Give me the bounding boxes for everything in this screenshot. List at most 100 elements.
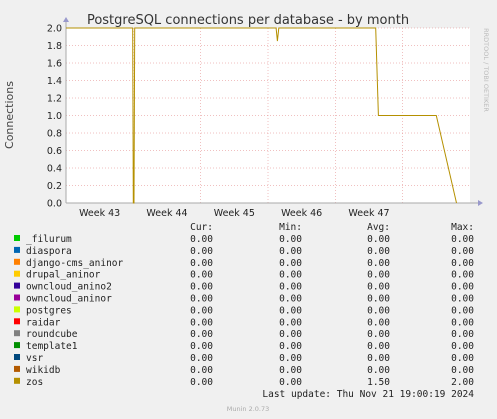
legend-series-name: roundcube xyxy=(26,329,78,340)
legend-value-min: 0.00 xyxy=(279,258,302,269)
legend-swatch xyxy=(14,294,20,301)
y-tick-label: 2.0 xyxy=(47,24,62,35)
legend-value-avg: 0.00 xyxy=(367,258,390,269)
legend-swatch xyxy=(14,306,20,313)
legend-value-cur: 0.00 xyxy=(190,246,213,257)
legend-value-avg: 0.00 xyxy=(367,365,390,376)
legend-series-name: postgres xyxy=(26,305,72,316)
legend-swatch xyxy=(14,354,20,360)
legend-swatch xyxy=(14,270,20,277)
legend-value-min: 0.00 xyxy=(279,294,302,305)
last-update: Last update: Thu Nov 21 19:00:19 2024 xyxy=(262,389,474,400)
y-tick-label: 0.4 xyxy=(47,164,62,175)
x-ticks: Week 43 Week 44 Week 45 Week 46 Week 47 xyxy=(79,208,389,219)
legend-value-max: 0.00 xyxy=(451,305,474,316)
y-tick-label: 1.2 xyxy=(47,94,62,105)
legend-swatch xyxy=(14,318,20,325)
legend-value-cur: 0.00 xyxy=(190,317,213,328)
legend-header: Cur: xyxy=(190,222,213,233)
legend-series-name: drupal_aninor xyxy=(26,270,101,281)
legend-value-avg: 0.00 xyxy=(367,282,390,293)
y-tick-label: 0.8 xyxy=(47,129,62,140)
legend-swatch xyxy=(14,258,20,265)
legend-value-cur: 0.00 xyxy=(190,294,213,305)
legend-value-max: 0.00 xyxy=(451,258,474,269)
legend-value-avg: 0.00 xyxy=(367,270,390,281)
legend-value-min: 0.00 xyxy=(279,246,302,257)
rrdtool-watermark: RRDTOOL / TOBI OETIKER xyxy=(482,28,490,112)
y-tick-label: 1.6 xyxy=(47,59,62,70)
legend-swatch xyxy=(14,377,20,384)
legend-series-name: wikidb xyxy=(26,365,61,376)
legend-value-min: 0.00 xyxy=(279,365,302,376)
legend-value-cur: 0.00 xyxy=(190,365,213,376)
x-tick-label: Week 43 xyxy=(79,208,120,219)
legend-value-min: 0.00 xyxy=(279,305,302,316)
y-tick-label: 1.0 xyxy=(47,111,62,122)
legend-swatch xyxy=(14,235,20,241)
legend-value-max: 0.00 xyxy=(451,282,474,293)
legend-series-name: owncloud_anino2 xyxy=(26,282,112,293)
legend-header: Min: xyxy=(279,222,302,233)
legend-value-cur: 0.00 xyxy=(190,377,213,388)
legend-swatch xyxy=(14,330,20,337)
legend-value-avg: 0.00 xyxy=(367,317,390,328)
legend-swatch xyxy=(14,342,20,349)
legend-value-cur: 0.00 xyxy=(190,353,213,364)
x-tick-label: Week 45 xyxy=(214,208,255,219)
legend-value-max: 2.00 xyxy=(451,377,474,388)
legend-value-avg: 0.00 xyxy=(367,305,390,316)
legend-value-max: 0.00 xyxy=(451,246,474,257)
x-tick-label: Week 47 xyxy=(348,208,389,219)
legend-value-avg: 0.00 xyxy=(367,329,390,340)
legend-value-min: 0.00 xyxy=(279,353,302,364)
legend-value-avg: 0.00 xyxy=(367,246,390,257)
legend-value-max: 0.00 xyxy=(451,353,474,364)
legend-value-max: 0.00 xyxy=(451,317,474,328)
legend-value-cur: 0.00 xyxy=(190,282,213,293)
legend-series-name: template1 xyxy=(26,341,78,352)
legend-value-cur: 0.00 xyxy=(190,258,213,269)
legend-value-max: 0.00 xyxy=(451,329,474,340)
y-tick-label: 1.8 xyxy=(47,41,62,52)
legend-value-min: 0.00 xyxy=(279,341,302,352)
legend-series-name: vsr xyxy=(26,353,43,364)
legend-value-avg: 0.00 xyxy=(367,341,390,352)
x-tick-label: Week 46 xyxy=(281,208,322,219)
y-axis-arrow xyxy=(63,17,69,22)
legend-swatch xyxy=(14,365,20,372)
legend-value-min: 0.00 xyxy=(279,270,302,281)
legend-series-name: raidar xyxy=(26,317,61,328)
legend-value-min: 0.00 xyxy=(279,377,302,388)
legend-value-max: 0.00 xyxy=(451,270,474,281)
legend-value-cur: 0.00 xyxy=(190,234,213,245)
x-tick-label: Week 44 xyxy=(146,208,187,219)
legend-series-name: diaspora xyxy=(26,246,72,257)
legend-value-min: 0.00 xyxy=(279,317,302,328)
y-tick-label: 0.2 xyxy=(47,181,62,192)
legend-swatch xyxy=(14,282,20,289)
legend-value-max: 0.00 xyxy=(451,365,474,376)
legend-value-max: 0.00 xyxy=(451,341,474,352)
legend-value-min: 0.00 xyxy=(279,234,302,245)
legend-value-min: 0.00 xyxy=(279,329,302,340)
chart: PostgreSQL connections per database - by… xyxy=(3,13,490,413)
legend-value-avg: 0.00 xyxy=(367,353,390,364)
legend-series-name: _filurum xyxy=(26,234,72,245)
legend-value-cur: 0.00 xyxy=(190,305,213,316)
legend-value-cur: 0.00 xyxy=(190,270,213,281)
legend-header: Max: xyxy=(451,222,474,233)
legend-value-avg: 0.00 xyxy=(367,234,390,245)
y-tick-label: 0.0 xyxy=(47,199,62,210)
legend-value-avg: 0.00 xyxy=(367,294,390,305)
legend-header: Avg: xyxy=(367,222,390,233)
legend-series-name: zos xyxy=(26,377,43,388)
legend-value-max: 0.00 xyxy=(451,234,474,245)
y-tick-label: 1.4 xyxy=(47,76,62,87)
legend-value-max: 0.00 xyxy=(451,294,474,305)
y-tick-label: 0.6 xyxy=(47,146,62,157)
legend-swatch xyxy=(14,246,20,253)
y-ticks: 0.0 0.2 0.4 0.6 0.8 1.0 1.2 1.4 1.6 1.8 2.0 xyxy=(47,24,62,210)
legend-series-name: django-cms_aninor xyxy=(26,258,124,269)
chart-title: PostgreSQL connections per database - by… xyxy=(87,13,409,28)
